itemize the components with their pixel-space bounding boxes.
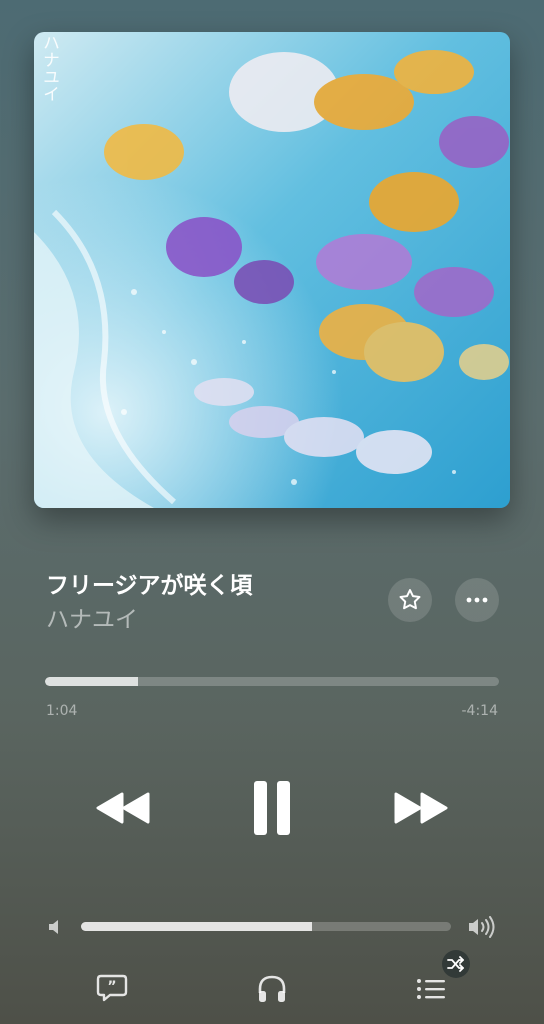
elapsed-time: 1:04 xyxy=(46,703,78,719)
volume-level-fill xyxy=(81,922,312,931)
track-artist[interactable]: ハナユイ xyxy=(46,600,138,634)
svg-text:”: ” xyxy=(107,979,116,995)
airplay-button[interactable] xyxy=(254,971,290,1007)
rewind-icon xyxy=(96,792,150,824)
fast-forward-icon xyxy=(394,792,448,824)
track-title: フリージアが咲く頃 xyxy=(46,573,253,599)
pause-button[interactable] xyxy=(246,777,298,839)
queue-icon xyxy=(417,979,445,999)
album-artwork[interactable] xyxy=(34,32,510,508)
fast-forward-button[interactable] xyxy=(390,786,452,830)
rewind-button[interactable] xyxy=(92,786,154,830)
volume-high-icon xyxy=(466,914,498,940)
volume-low-icon xyxy=(44,916,64,938)
favorite-button[interactable] xyxy=(388,578,432,622)
volume-slider[interactable] xyxy=(81,922,451,931)
album-cover-text: ハナユイ xyxy=(39,34,59,102)
lyrics-icon: ” xyxy=(96,974,128,1002)
more-icon xyxy=(466,597,488,603)
shuffle-badge xyxy=(442,950,470,978)
lyrics-button[interactable]: ” xyxy=(94,971,130,1005)
shuffle-icon xyxy=(447,956,464,972)
playback-progress-fill xyxy=(45,677,139,686)
star-icon xyxy=(399,589,421,610)
more-button[interactable] xyxy=(455,578,499,622)
pause-icon xyxy=(254,781,290,835)
remaining-time: -4:14 xyxy=(461,703,499,719)
queue-button[interactable] xyxy=(412,973,450,1005)
album-artwork-image xyxy=(34,32,510,508)
headphones-icon xyxy=(258,975,286,1002)
playback-scrubber[interactable] xyxy=(45,677,499,686)
